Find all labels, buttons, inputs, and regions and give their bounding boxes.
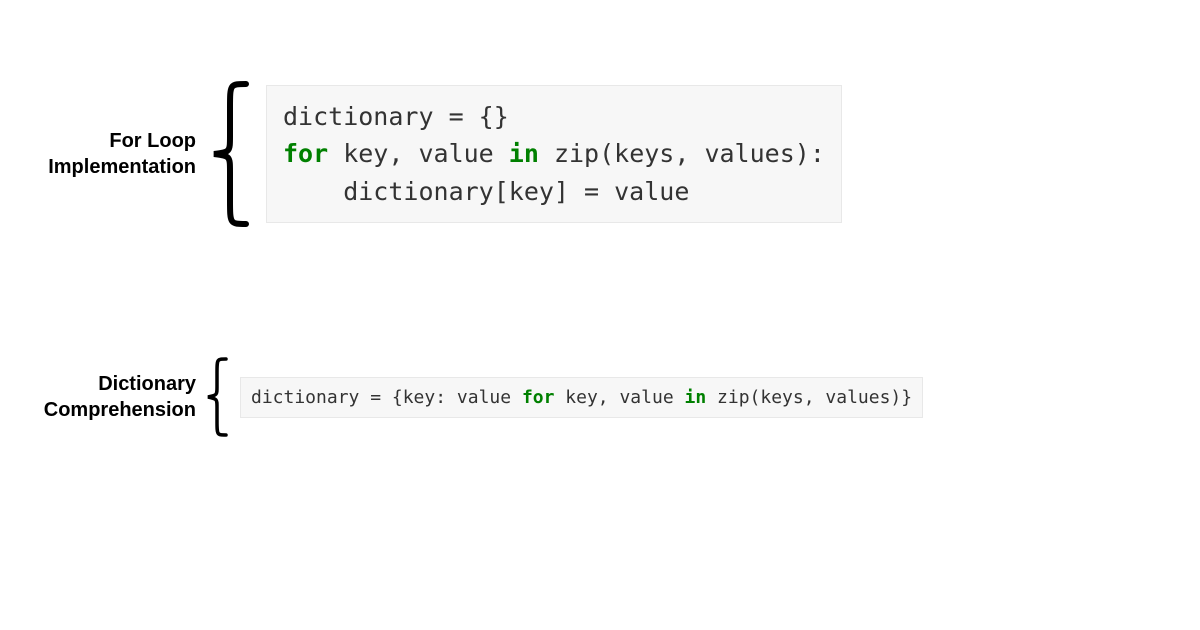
dictcomp-label: Dictionary Comprehension — [28, 371, 196, 423]
forloop-code-block: dictionary = {} for key, value in zip(ke… — [266, 85, 842, 224]
code-text: key, value — [328, 139, 509, 168]
keyword-in: in — [685, 387, 707, 408]
forloop-section: For Loop Implementation dictionary = {} … — [28, 78, 842, 230]
code-text: zip(keys, values)} — [706, 387, 912, 408]
brace-icon — [202, 78, 258, 230]
code-text: dictionary = {} — [283, 102, 509, 131]
code-text: key, value — [554, 387, 684, 408]
brace-icon — [202, 355, 232, 439]
forloop-label: For Loop Implementation — [28, 128, 196, 180]
code-text: dictionary[key] = value — [283, 177, 689, 206]
code-text: zip(keys, values): — [539, 139, 825, 168]
dictcomp-code-block: dictionary = {key: value for key, value … — [240, 377, 923, 418]
code-text: dictionary = {key: value — [251, 387, 522, 408]
keyword-in: in — [509, 139, 539, 168]
keyword-for: for — [522, 387, 555, 408]
dictcomp-section: Dictionary Comprehension dictionary = {k… — [28, 355, 923, 439]
keyword-for: for — [283, 139, 328, 168]
